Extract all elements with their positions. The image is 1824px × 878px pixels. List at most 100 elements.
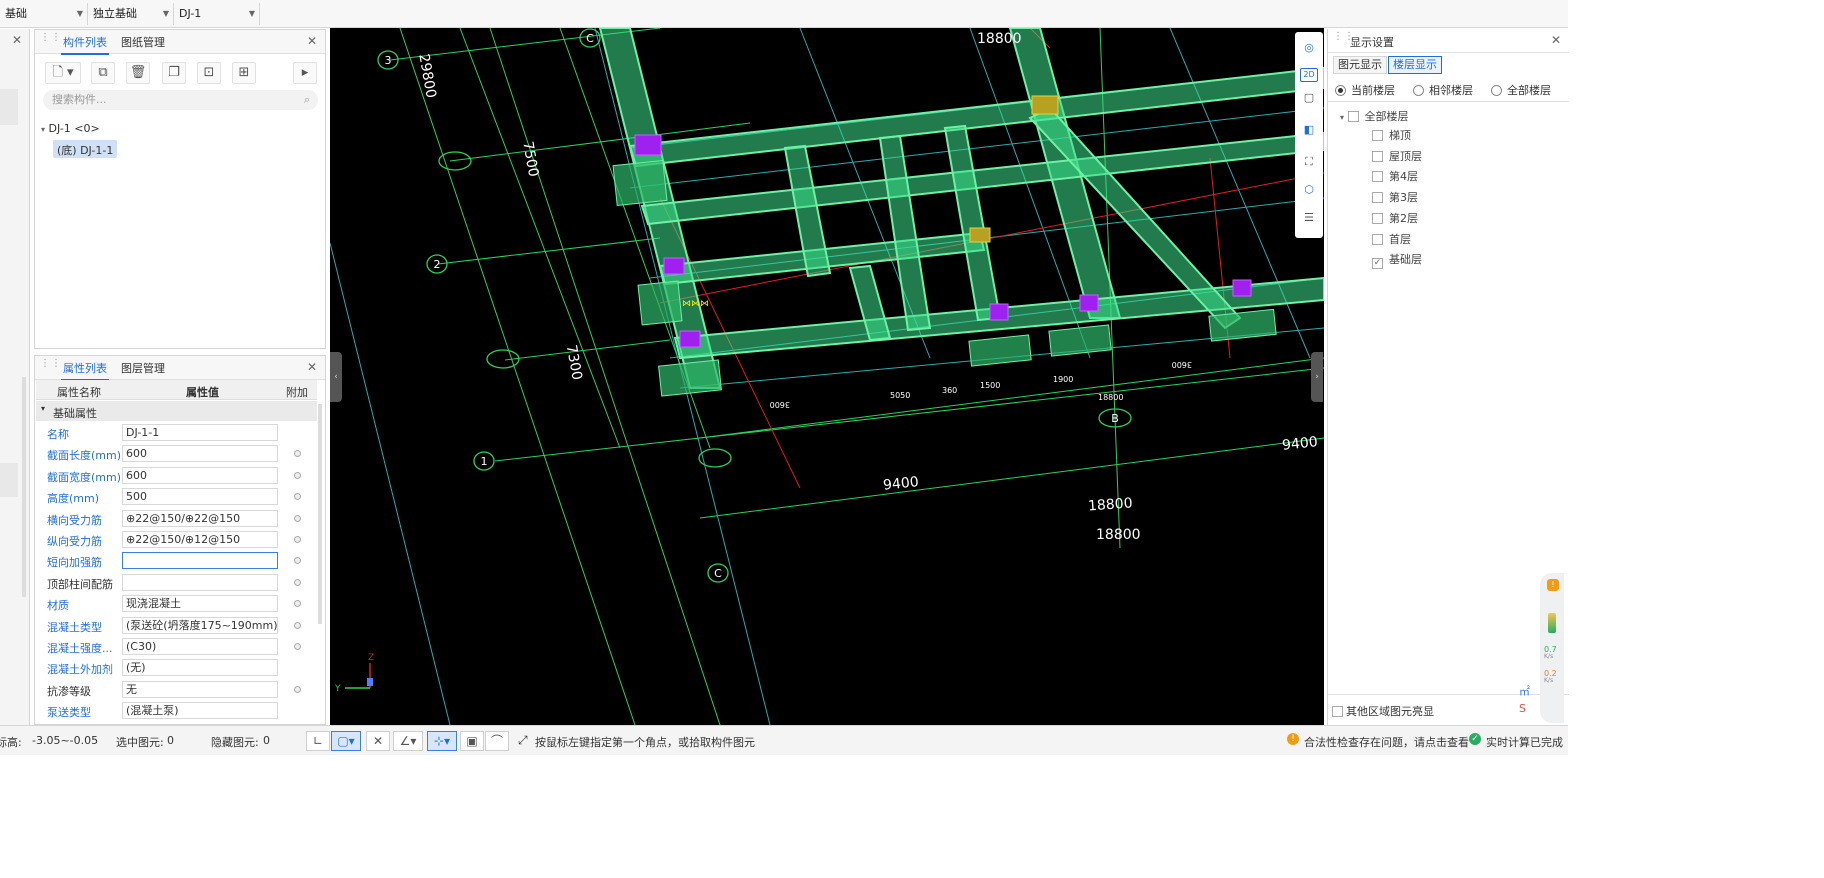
- display-settings-icon[interactable]: ☰: [1300, 210, 1318, 226]
- 3d-model-icon[interactable]: ⬡: [1300, 182, 1318, 198]
- property-value-input[interactable]: 无: [122, 680, 278, 698]
- radio-current-floor[interactable]: 当前楼层: [1335, 82, 1395, 98]
- orbit-icon[interactable]: ◎: [1300, 40, 1318, 56]
- box-select-toggle[interactable]: ▢▾: [331, 731, 361, 751]
- checkbox[interactable]: [1332, 706, 1343, 717]
- component-type-dropdown[interactable]: 独立基础 ▼: [88, 3, 174, 25]
- tree-item-selected[interactable]: (底) DJ-1-1: [53, 140, 118, 158]
- close-icon[interactable]: ✕: [12, 33, 22, 47]
- tab-layer-management[interactable]: 图层管理: [121, 360, 165, 376]
- checkbox[interactable]: [1372, 150, 1383, 162]
- search-input[interactable]: 搜索构件... ⌕: [43, 90, 318, 110]
- cad-drawing[interactable]: ⋈⋈⋈ 3 2 1 C C B 29800 18800 7500 7300 94…: [330, 28, 1324, 725]
- new-component-button[interactable]: 🗋 ▾: [45, 62, 81, 84]
- property-value-input[interactable]: 600: [122, 445, 278, 463]
- extra-toggle[interactable]: [294, 621, 301, 629]
- checkbox[interactable]: [1372, 130, 1383, 141]
- drag-handle-icon[interactable]: ⋮⋮: [1333, 32, 1354, 46]
- shield-icon[interactable]: !: [1547, 579, 1559, 591]
- panel-tab[interactable]: [0, 89, 18, 125]
- extra-toggle[interactable]: [294, 600, 301, 608]
- property-value-input[interactable]: (泵送砼(坍落度175~190mm) ...: [122, 616, 278, 634]
- drag-handle-icon[interactable]: ⋮⋮: [40, 33, 61, 47]
- extra-toggle[interactable]: [294, 471, 301, 479]
- property-value-input[interactable]: ⊕22@150/⊕22@150: [122, 509, 278, 527]
- radio-adjacent-floor[interactable]: 相邻楼层: [1413, 82, 1473, 98]
- tab-floor-display[interactable]: 楼层显示: [1388, 56, 1442, 74]
- checkbox[interactable]: [1372, 212, 1383, 224]
- warning-icon[interactable]: !: [1287, 733, 1299, 745]
- view-cube-icon[interactable]: ◧: [1300, 122, 1318, 138]
- checkbox[interactable]: [1372, 171, 1383, 183]
- property-value-input[interactable]: ⊕22@150/⊕12@150: [122, 531, 278, 548]
- collapse-right-arrow-icon[interactable]: ›: [1311, 352, 1323, 402]
- sogou-icon[interactable]: S: [1519, 702, 1526, 715]
- fullscreen-icon[interactable]: ⛶: [1300, 154, 1318, 170]
- snap-toggle[interactable]: ⊹▾: [427, 731, 457, 751]
- floor-item[interactable]: 首层: [1372, 231, 1411, 247]
- floor-item[interactable]: 第3层: [1372, 189, 1418, 205]
- property-value-input[interactable]: 600: [122, 466, 278, 484]
- property-value-input[interactable]: (无): [122, 659, 278, 677]
- checkbox[interactable]: [1372, 233, 1383, 245]
- panel-tab[interactable]: [0, 463, 18, 497]
- property-value-input[interactable]: [122, 552, 278, 570]
- checkbox[interactable]: [1347, 111, 1359, 122]
- floor-item[interactable]: 第4层: [1372, 168, 1418, 184]
- property-value-input[interactable]: [122, 573, 278, 591]
- highlight-other-area-checkbox[interactable]: 其他区域图元亮显: [1332, 703, 1434, 719]
- angle-snap-toggle[interactable]: ∠▾: [393, 731, 423, 751]
- property-value-input[interactable]: 现浇混凝土: [122, 595, 278, 613]
- checkbox[interactable]: [1372, 192, 1383, 204]
- scrollbar[interactable]: [318, 404, 322, 624]
- collapse-left-arrow-icon[interactable]: ‹: [330, 352, 342, 402]
- floor-item[interactable]: ✓ 基础层: [1372, 251, 1422, 270]
- 2d-view-icon[interactable]: 2D: [1300, 68, 1318, 82]
- polar-toggle[interactable]: ⌒: [485, 731, 509, 751]
- close-icon[interactable]: ✕: [307, 34, 317, 48]
- copy-button[interactable]: ⧉: [91, 62, 115, 84]
- extra-toggle[interactable]: [294, 514, 301, 522]
- tab-property-list[interactable]: 属性列表: [61, 360, 109, 381]
- extra-toggle[interactable]: [294, 685, 301, 693]
- drawing-canvas[interactable]: ⋈⋈⋈ 3 2 1 C C B 29800 18800 7500 7300 94…: [330, 28, 1324, 725]
- delete-button[interactable]: 🗑: [126, 62, 150, 84]
- tree-root[interactable]: ▾ DJ-1 <0>: [41, 122, 100, 135]
- tab-drawing-management[interactable]: 图纸管理: [121, 34, 165, 50]
- 3d-box-icon[interactable]: ▢: [1300, 90, 1318, 106]
- scrollbar[interactable]: [22, 377, 26, 597]
- floor-tree-root[interactable]: ▾ 全部楼层: [1340, 108, 1409, 124]
- extra-toggle[interactable]: [294, 536, 301, 543]
- validity-check-message[interactable]: 合法性检查存在问题，请点击查看: [1304, 734, 1469, 750]
- close-icon[interactable]: ✕: [307, 360, 317, 374]
- drag-handle-icon[interactable]: ⋮⋮: [40, 359, 61, 373]
- extra-toggle[interactable]: [294, 578, 301, 586]
- dynamic-input-toggle[interactable]: ▣: [460, 731, 484, 751]
- filter-button[interactable]: ⊡: [197, 62, 221, 84]
- property-value-input[interactable]: (C30): [122, 638, 278, 655]
- tab-element-display[interactable]: 图元显示: [1333, 56, 1387, 74]
- property-value-input[interactable]: DJ-1-1: [122, 424, 278, 441]
- property-value-input[interactable]: (混凝土泵): [122, 702, 278, 720]
- floor-item[interactable]: 屋顶层: [1372, 148, 1422, 164]
- floor-item[interactable]: 梯顶: [1372, 127, 1411, 143]
- ortho-toggle[interactable]: ∟: [306, 731, 330, 751]
- radio-all-floors[interactable]: 全部楼层: [1491, 82, 1551, 98]
- more-button[interactable]: ▸: [293, 62, 317, 84]
- property-group[interactable]: ▾ 基础属性: [36, 401, 317, 421]
- floor-type-dropdown[interactable]: 基础 ▼: [0, 3, 88, 25]
- extra-toggle[interactable]: [294, 493, 301, 501]
- extra-toggle[interactable]: [294, 450, 301, 458]
- layer-copy-button[interactable]: ❐: [162, 62, 186, 84]
- cross-select-toggle[interactable]: ✕: [366, 731, 390, 751]
- sort-button[interactable]: ⊞: [232, 62, 256, 84]
- close-icon[interactable]: ✕: [1551, 33, 1561, 47]
- input-method-icon[interactable]: ㎡: [1519, 683, 1530, 699]
- property-value-input[interactable]: 500: [122, 488, 278, 506]
- tab-component-list[interactable]: 构件列表: [61, 34, 109, 55]
- extra-toggle[interactable]: [294, 557, 301, 565]
- checkbox[interactable]: ✓: [1372, 258, 1383, 270]
- extra-toggle[interactable]: [294, 643, 301, 650]
- component-name-dropdown[interactable]: DJ-1 ▼: [174, 3, 260, 25]
- floor-item[interactable]: 第2层: [1372, 210, 1418, 226]
